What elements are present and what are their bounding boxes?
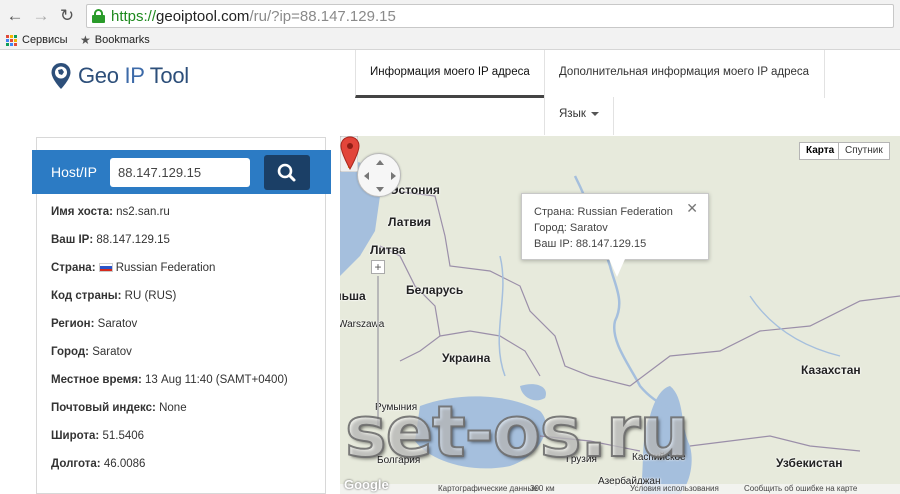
info-row-region: Регион: Saratov [51, 312, 321, 340]
zoom-in-button[interactable]: + [371, 260, 385, 274]
back-arrow-icon[interactable]: ← [4, 5, 26, 27]
info-value: 46.0086 [103, 458, 146, 470]
bookmark-folder-label: Bookmarks [94, 34, 150, 46]
info-value: Russian Federation [115, 262, 216, 274]
tab-my-ip-info[interactable]: Информация моего IP адреса [355, 50, 544, 98]
info-key: Город: [51, 346, 89, 358]
report-error-link[interactable]: Сообщить об ошибке на карте [744, 484, 857, 494]
logo-text-geo: Geo [78, 63, 119, 88]
url-scheme: https:// [111, 8, 157, 25]
search-icon [277, 163, 296, 182]
bookmark-apps[interactable]: Сервисы [6, 33, 68, 48]
terms-link[interactable]: Условия использования [630, 484, 719, 494]
host-ip-label: Host/IP [51, 164, 97, 180]
info-key: Местное время: [51, 374, 142, 386]
info-value: 88.147.129.15 [96, 234, 170, 246]
address-bar[interactable]: https://geoiptool.com/ru/?ip=88.147.129.… [86, 4, 894, 28]
map-label-latvia: Латвия [388, 215, 432, 229]
close-icon[interactable]: ✕ [686, 200, 698, 217]
map-label-belarus: Беларусь [406, 283, 464, 297]
map-label-poland: льша [340, 289, 366, 303]
location-pin-logo-icon [51, 63, 71, 89]
info-key: Ваш IP: [51, 234, 94, 246]
info-key: Широта: [51, 430, 100, 442]
tab-additional-info[interactable]: Дополнительная информация моего IP адрес… [544, 50, 825, 98]
map-type-map-button[interactable]: Карта [799, 142, 842, 160]
search-button[interactable] [264, 155, 310, 190]
info-key: Регион: [51, 318, 95, 330]
info-key: Код страны: [51, 290, 122, 302]
host-lookup-bar: Host/IP [32, 150, 331, 194]
site-logo[interactable]: Geo IP Tool [50, 62, 189, 90]
info-row-longitude: Долгота: 46.0086 [51, 452, 321, 480]
url-path: /ru/?ip=88.147.129.15 [249, 8, 396, 25]
bookmarks-bar: Сервисы ★ Bookmarks [0, 32, 900, 50]
info-value: Saratov [92, 346, 132, 358]
info-row-local-time: Местное время: 13 Aug 11:40 (SAMT+0400) [51, 368, 321, 396]
info-row-country: Страна: Russian Federation [51, 256, 321, 284]
info-row-ip: Ваш IP: 88.147.129.15 [51, 228, 321, 256]
bookmark-apps-label: Сервисы [22, 34, 68, 46]
reload-icon[interactable]: ↻ [56, 5, 78, 27]
google-logo: Google [344, 477, 389, 492]
info-key: Долгота: [51, 458, 101, 470]
info-value: ns2.san.ru [116, 206, 170, 218]
info-value: RU (RUS) [124, 290, 177, 302]
language-label: Язык [559, 108, 586, 120]
info-row-latitude: Широта: 51.5406 [51, 424, 321, 452]
watermark: set-os.ru [344, 391, 690, 473]
bookmark-folder[interactable]: ★ Bookmarks [80, 33, 150, 48]
pan-arrows-icon [364, 160, 396, 192]
info-window-tail [609, 259, 625, 277]
info-key: Почтовый индекс: [51, 402, 156, 414]
info-key: Страна: [51, 262, 96, 274]
map-footer: Картографические данные 300 км Условия и… [340, 484, 900, 494]
map-marker-icon[interactable] [340, 136, 360, 170]
map-data-attribution: Картографические данные [438, 484, 538, 493]
info-row-city: Город: Saratov [51, 340, 321, 368]
info-row-postal-code: Почтовый индекс: None [51, 396, 321, 424]
info-row-hostname: Имя хоста: ns2.san.ru [51, 200, 321, 228]
info-value: Saratov [97, 318, 138, 330]
url-text[interactable]: https://geoiptool.com/ru/?ip=88.147.129.… [111, 7, 396, 26]
map-label-uzbekistan: Узбекистан [776, 456, 843, 470]
infowindow-country: Страна: Russian Federation [534, 206, 673, 218]
logo-text: Geo IP Tool [78, 63, 189, 89]
browser-toolbar: ← → ↻ https://geoiptool.com/ru/?ip=88.14… [0, 0, 900, 32]
info-row-country-code: Код страны: RU (RUS) [51, 284, 321, 312]
logo-text-ip: IP [124, 63, 145, 88]
infowindow-ip: Ваш IP: 88.147.129.15 [534, 238, 647, 250]
ip-details-list: Имя хоста: ns2.san.ru Ваш IP: 88.147.129… [51, 200, 321, 480]
apps-grid-icon [6, 34, 18, 47]
infowindow-city: Город: Saratov [534, 222, 608, 234]
lock-icon [92, 9, 105, 23]
info-value: 51.5406 [102, 430, 145, 442]
info-value: 13 Aug 11:40 (SAMT+0400) [145, 374, 288, 386]
language-dropdown[interactable]: Язык [544, 97, 614, 135]
host-ip-input[interactable] [110, 158, 250, 187]
pan-control[interactable] [357, 153, 401, 197]
russia-flag-icon [98, 263, 113, 272]
info-key: Имя хоста: [51, 206, 113, 218]
map-scale: 300 км [530, 484, 555, 493]
map-label-lithuania: Литва [370, 243, 406, 257]
star-icon: ★ [80, 33, 91, 47]
map-label-kazakhstan: Казахстан [801, 363, 861, 377]
map-label-ukraine: Украина [442, 351, 491, 365]
logo-text-tool: Tool [149, 63, 189, 88]
map-type-satellite-button[interactable]: Спутник [838, 142, 890, 160]
forward-arrow-icon[interactable]: → [30, 5, 52, 27]
url-host: geoiptool.com [156, 8, 250, 25]
info-value: None [159, 402, 187, 414]
map-info-window: Страна: Russian Federation Город: Sarato… [521, 193, 709, 260]
caret-down-icon [590, 111, 599, 116]
